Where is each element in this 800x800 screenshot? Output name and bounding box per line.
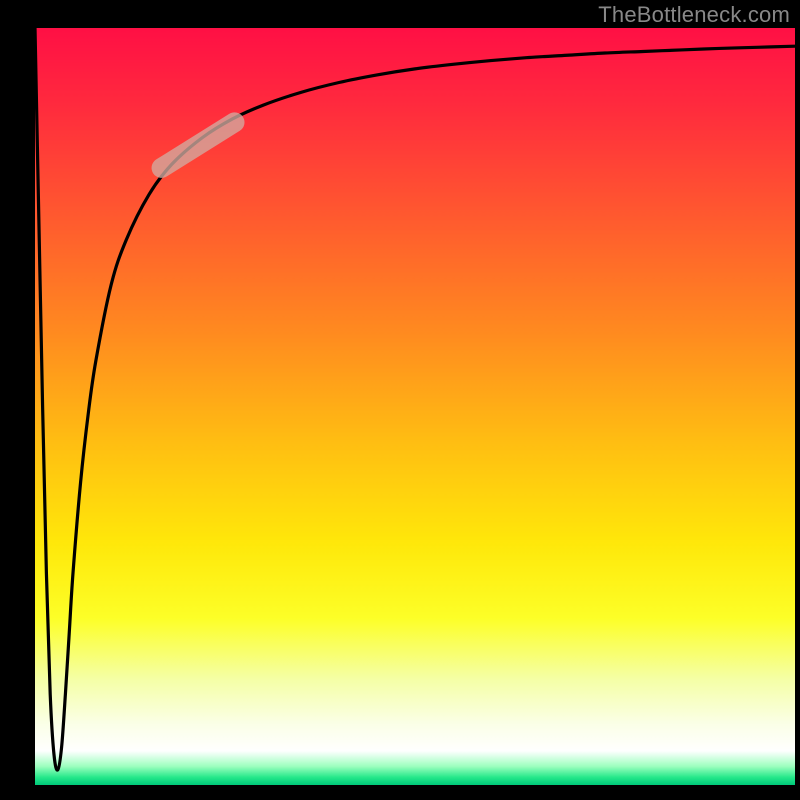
plot-area: [35, 28, 795, 785]
curve-layer: [35, 28, 795, 785]
chart-root: TheBottleneck.com: [0, 0, 800, 800]
attribution-label: TheBottleneck.com: [598, 2, 790, 28]
bottleneck-curve: [35, 28, 795, 770]
